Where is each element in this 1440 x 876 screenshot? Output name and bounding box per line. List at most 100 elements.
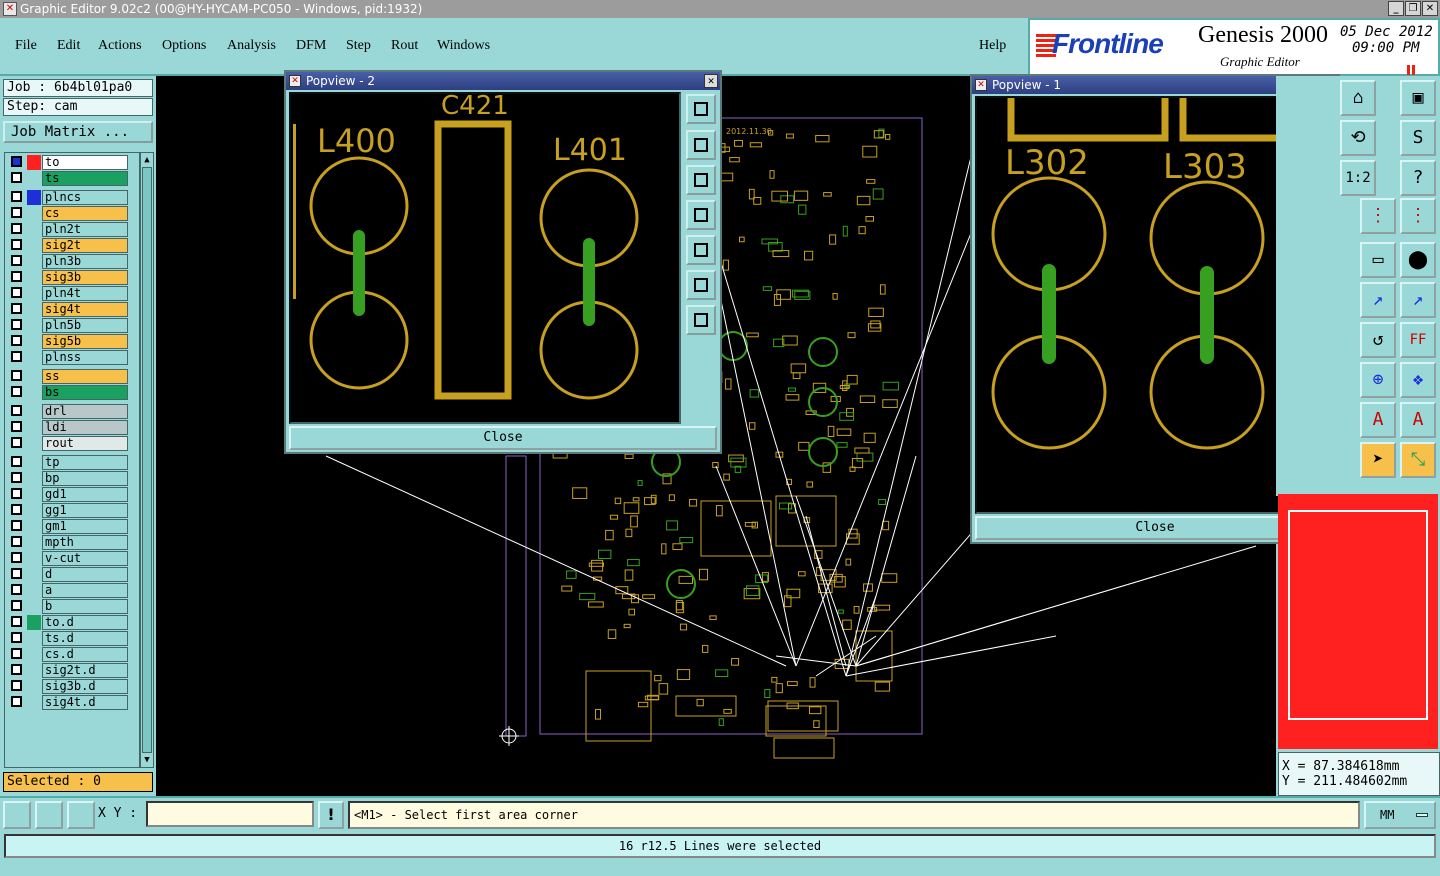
layer-name[interactable]: gd1 (42, 487, 128, 502)
layer-checkbox[interactable] (11, 191, 22, 202)
layer-name[interactable]: mpth (42, 535, 128, 550)
ratio-button[interactable]: 1:2 (1340, 160, 1376, 196)
layer-row-mpth[interactable]: mpth (7, 535, 128, 550)
layer-row-to.d[interactable]: to.d (7, 615, 128, 630)
window-fit-icon[interactable]: ▣ (1400, 80, 1436, 116)
net-select-icon[interactable]: ⤡ (1400, 442, 1436, 478)
layer-checkbox[interactable] (11, 319, 22, 330)
popview-2-window[interactable]: ✕ Popview - 2 ✕ L400 C421 L401 Close (284, 70, 722, 454)
layer-row-pln3b[interactable]: pln3b (7, 254, 128, 269)
layer-row-sig3b.d[interactable]: sig3b.d (7, 679, 128, 694)
layer-checkbox[interactable] (11, 456, 22, 467)
rotate-icon[interactable]: ↺ (1360, 322, 1396, 358)
layer-checkbox[interactable] (11, 207, 22, 218)
layer-checkbox[interactable] (11, 156, 22, 167)
snap-icon[interactable]: ⟲ (1340, 120, 1376, 156)
layer-name[interactable]: ts.d (42, 631, 128, 646)
layer-name[interactable]: gm1 (42, 519, 128, 534)
measure-icon[interactable]: ⋮ (1360, 198, 1396, 234)
menu-actions[interactable]: Actions (98, 38, 142, 54)
layer-checkbox[interactable] (11, 664, 22, 675)
move-icon[interactable]: ⊕ (1360, 362, 1396, 398)
layer-row-to[interactable]: to (7, 155, 128, 170)
layer-row-ldi[interactable]: ldi (7, 420, 128, 435)
layer-checkbox[interactable] (11, 335, 22, 346)
pan-up-icon[interactable] (686, 130, 716, 160)
layer-row-pln2t[interactable]: pln2t (7, 222, 128, 237)
minimize-icon[interactable]: _ (1388, 1, 1404, 16)
layer-row-tp[interactable]: tp (7, 455, 128, 470)
layer-row-plnss[interactable]: plnss (7, 350, 128, 365)
layer-checkbox[interactable] (11, 351, 22, 362)
layer-checkbox[interactable] (11, 504, 22, 515)
layer-row-gm1[interactable]: gm1 (7, 519, 128, 534)
layer-name[interactable]: ts (42, 171, 128, 186)
layer-list-scrollbar[interactable]: ▲ ▼ (140, 152, 154, 768)
menu-dfm[interactable]: DFM (296, 38, 326, 54)
layer-checkbox[interactable] (11, 255, 22, 266)
layer-checkbox[interactable] (11, 239, 22, 250)
scroll-down-icon[interactable]: ▼ (142, 754, 152, 766)
warning-button[interactable]: ! (318, 801, 344, 829)
scroll-up-icon[interactable]: ▲ (142, 154, 152, 166)
layer-checkbox[interactable] (11, 303, 22, 314)
layer-row-drl[interactable]: drl (7, 404, 128, 419)
popview-2-close-icon[interactable]: ✕ (704, 74, 718, 88)
circle-select-icon[interactable]: ⬤ (1400, 242, 1436, 278)
layer-name[interactable]: sig4t (42, 302, 128, 317)
layer-row-bs[interactable]: bs (7, 385, 128, 400)
zoom-out-icon[interactable] (686, 270, 716, 300)
layer-checkbox[interactable] (11, 584, 22, 595)
popview-2-screen[interactable]: L400 C421 L401 (289, 92, 681, 424)
layer-name[interactable]: sig4t.d (42, 695, 128, 710)
layer-name[interactable]: pln2t (42, 222, 128, 237)
menu-windows[interactable]: Windows (437, 38, 490, 54)
add-arc-icon[interactable]: ↗ (1400, 282, 1436, 318)
layer-checkbox[interactable] (11, 536, 22, 547)
layer-checkbox[interactable] (11, 405, 22, 416)
layer-row-v-cut[interactable]: v-cut (7, 551, 128, 566)
layer-checkbox[interactable] (11, 552, 22, 563)
text-edit-icon[interactable]: A (1400, 402, 1436, 438)
redraw-icon[interactable]: S (1400, 120, 1436, 156)
layer-checkbox[interactable] (11, 370, 22, 381)
layer-row-d[interactable]: d (7, 567, 128, 582)
pan-down-icon[interactable] (686, 165, 716, 195)
pan-left-icon[interactable] (686, 200, 716, 230)
layer-name[interactable]: d (42, 567, 128, 582)
layer-row-plncs[interactable]: plncs (7, 190, 128, 205)
layer-row-gd1[interactable]: gd1 (7, 487, 128, 502)
snap-mode-icon[interactable] (3, 801, 31, 829)
layer-name[interactable]: pln4t (42, 286, 128, 301)
layer-name[interactable]: to.d (42, 615, 128, 630)
popview-1-screen[interactable]: L302 L303 (975, 96, 1301, 514)
layer-name[interactable]: sig3b.d (42, 679, 128, 694)
layer-row-b[interactable]: b (7, 599, 128, 614)
layer-name[interactable]: rout (42, 436, 128, 451)
select-pointer-icon[interactable]: ➤ (1360, 442, 1396, 478)
menu-rout[interactable]: Rout (391, 38, 418, 54)
job-matrix-button[interactable]: Job Matrix ... (3, 121, 153, 143)
zoom-in-icon[interactable] (686, 305, 716, 335)
layer-checkbox[interactable] (11, 472, 22, 483)
layer-checkbox[interactable] (11, 616, 22, 627)
menu-file[interactable]: File (15, 38, 37, 54)
menu-options[interactable]: Options (162, 38, 206, 54)
popview-2-titlebar[interactable]: ✕ Popview - 2 (286, 72, 720, 90)
grid-snap-icon[interactable] (35, 801, 63, 829)
layer-row-pln4t[interactable]: pln4t (7, 286, 128, 301)
text-icon[interactable]: A (1360, 402, 1396, 438)
units-select[interactable]: MM (1364, 801, 1436, 829)
layer-checkbox[interactable] (11, 287, 22, 298)
layer-name[interactable]: pln5b (42, 318, 128, 333)
grid-icon[interactable] (67, 801, 95, 829)
layer-name[interactable]: tp (42, 455, 128, 470)
layer-checkbox[interactable] (11, 421, 22, 432)
layer-checkbox[interactable] (11, 600, 22, 611)
ruler-icon[interactable]: ▭ (1360, 242, 1396, 278)
layer-name[interactable]: drl (42, 404, 128, 419)
layer-name[interactable]: ss (42, 369, 128, 384)
drill-check-icon[interactable]: ⋮ (1400, 198, 1436, 234)
layer-name[interactable]: pln3b (42, 254, 128, 269)
layer-checkbox[interactable] (11, 648, 22, 659)
